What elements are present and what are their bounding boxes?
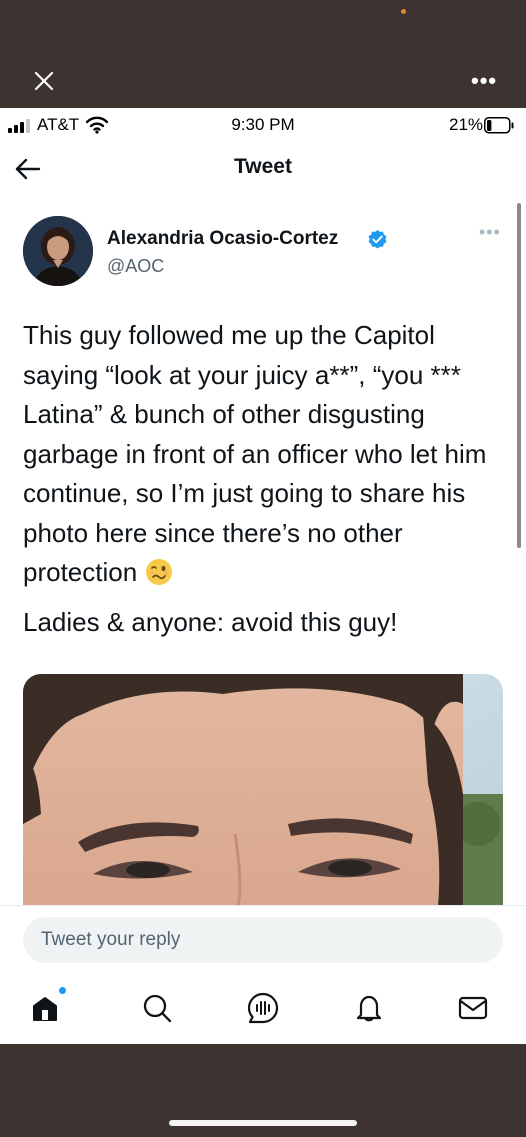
- scrollbar[interactable]: [517, 203, 521, 548]
- avatar[interactable]: [23, 216, 93, 286]
- tweet-photo[interactable]: [23, 674, 503, 906]
- mail-icon[interactable]: [456, 991, 490, 1025]
- outer-frame-top: •••: [0, 0, 526, 108]
- search-icon[interactable]: [140, 991, 174, 1025]
- bottom-tab-bar: [0, 984, 526, 1034]
- verified-badge-icon: [368, 229, 387, 249]
- author-handle[interactable]: @AOC: [107, 256, 164, 277]
- home-notification-dot: [59, 987, 66, 994]
- battery-icon: [484, 117, 514, 134]
- home-indicator[interactable]: [169, 1120, 357, 1126]
- woozy-face-emoji-icon: [146, 559, 173, 585]
- more-icon[interactable]: •••: [471, 70, 497, 92]
- reply-composer-area: Tweet your reply: [0, 905, 526, 1044]
- status-time: 9:30 PM: [231, 115, 295, 134]
- phone-screen: AT&T 9:30 PM 21% Tweet Alexandria Ocasio…: [0, 108, 526, 1044]
- top-nav: Tweet: [0, 142, 526, 196]
- camera-indicator-dot: [401, 9, 406, 14]
- bell-icon[interactable]: [352, 991, 386, 1025]
- tweet-text: This guy followed me up the Capitol sayi…: [23, 316, 511, 593]
- tweet-text-second-paragraph: Ladies & anyone: avoid this guy!: [23, 607, 398, 637]
- page-title: Tweet: [234, 155, 292, 178]
- spaces-icon[interactable]: [246, 991, 280, 1025]
- tweet-more-icon[interactable]: •••: [479, 223, 501, 241]
- tweet-text-body: This guy followed me up the Capitol sayi…: [23, 320, 487, 587]
- author-name[interactable]: Alexandria Ocasio-Cortez: [107, 228, 338, 250]
- home-icon[interactable]: [28, 991, 62, 1025]
- status-bar: AT&T 9:30 PM 21%: [0, 108, 526, 142]
- reply-input[interactable]: Tweet your reply: [23, 917, 503, 963]
- battery-percent: 21%: [449, 115, 484, 134]
- close-icon[interactable]: [33, 70, 55, 92]
